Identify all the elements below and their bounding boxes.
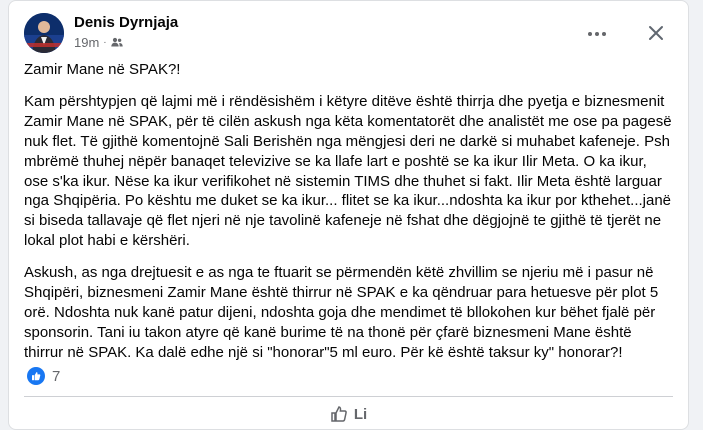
reactions-summary[interactable]: 7	[27, 367, 60, 385]
reaction-count: 7	[52, 367, 61, 385]
author-name[interactable]: Denis Dyrnjaja	[74, 14, 178, 31]
post-meta: 19m ·	[74, 35, 123, 50]
post-actions: Li	[24, 399, 673, 429]
avatar[interactable]	[24, 13, 64, 53]
like-icon	[331, 406, 347, 422]
like-button[interactable]: Li	[330, 405, 367, 423]
post-paragraph-1: Kam përshtypjen që lajmi më i rëndësishë…	[24, 92, 672, 250]
post-title: Zamir Mane në SPAK?!	[24, 61, 181, 78]
close-icon	[649, 26, 663, 40]
post-time[interactable]: 19m	[74, 35, 99, 50]
post-body: Zamir Mane në SPAK?! Kam përshtypjen që …	[24, 60, 674, 375]
more-options-button[interactable]	[583, 20, 611, 48]
friends-icon[interactable]	[110, 35, 123, 50]
like-button-label: Li	[353, 405, 368, 423]
close-button[interactable]	[642, 19, 670, 47]
like-icon	[27, 367, 45, 385]
more-icon	[588, 32, 606, 36]
post-card: Denis Dyrnjaja 19m · Zamir Mane në SPAK?…	[8, 0, 689, 430]
post-paragraph-2: Askush, as nga drejtuesit e as nga te ft…	[24, 264, 659, 361]
avatar-image	[24, 13, 64, 53]
divider	[24, 396, 673, 397]
meta-separator: ·	[103, 37, 107, 48]
